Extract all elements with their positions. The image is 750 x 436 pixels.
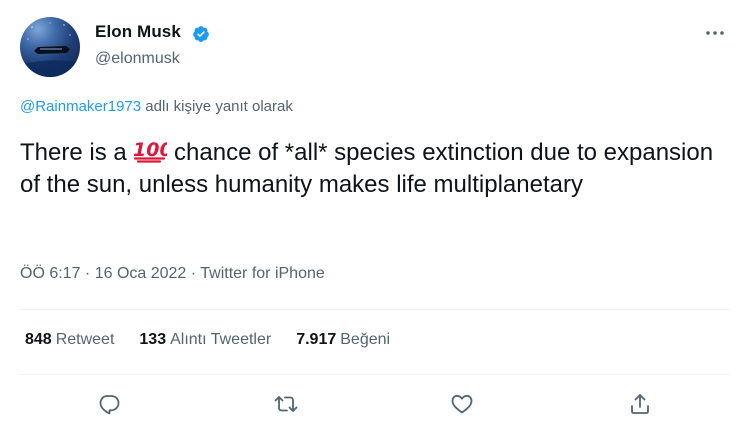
avatar-image [20,22,80,77]
like-button[interactable] [448,390,476,418]
like-label: Beğeni [340,331,391,348]
tweet-stats: 848 Retweet 133 Alıntı Tweetler 7.917 Beğen… [25,331,415,349]
quote-tweet-count: 133 [139,331,167,348]
like-icon [451,394,473,414]
tweet-actions [0,390,750,418]
tweet-time[interactable]: ÖÖ 6:17 [20,265,80,282]
tweet-text: There is a 100 chance of *all* species e… [20,137,735,201]
tweet-date[interactable]: 16 Oca 2022 [95,265,187,282]
share-icon [631,394,649,414]
retweet-icon [274,396,298,412]
reply-button[interactable] [95,390,123,418]
author-handle[interactable]: @elonmusk [95,50,180,68]
author-display-name[interactable]: Elon Musk [95,22,181,42]
quote-tweet-label: Alıntı Tweetler [170,331,272,348]
meta-separator: · [80,265,95,282]
quote-tweet-count-link[interactable]: 133 Alıntı Tweetler [139,331,271,349]
like-count: 7.917 [296,331,337,348]
share-button[interactable] [626,390,654,418]
tweet-detail: Elon Musk @elonmusk @Rainmaker1973 adlı … [0,0,750,436]
hundred-points-emoji-icon: 100 [133,139,167,163]
tweet-source[interactable]: Twitter for iPhone [200,265,325,282]
tweet-metadata: ÖÖ 6:17 · 16 Oca 2022 · Twitter for iPho… [20,265,325,283]
reply-mention-link[interactable]: @Rainmaker1973 [20,98,141,115]
reply-context-text: adlı kişiye yanıt olarak [141,98,293,115]
retweet-count-link[interactable]: 848 Retweet [25,331,114,349]
retweet-label: Retweet [55,331,115,348]
avatar[interactable] [20,17,80,77]
divider [20,309,730,310]
retweet-count: 848 [25,331,52,348]
divider [20,374,730,375]
like-count-link[interactable]: 7.917 Beğeni [296,331,390,349]
meta-separator: · [186,265,201,282]
verified-badge-icon [193,26,209,42]
more-options-button[interactable] [702,22,728,44]
reply-icon [99,395,120,415]
reply-context: @Rainmaker1973 adlı kişiye yanıt olarak [20,98,293,115]
more-dots-icon [706,31,724,35]
retweet-button[interactable] [272,390,300,418]
tweet-text-part-1: There is a [20,139,134,166]
